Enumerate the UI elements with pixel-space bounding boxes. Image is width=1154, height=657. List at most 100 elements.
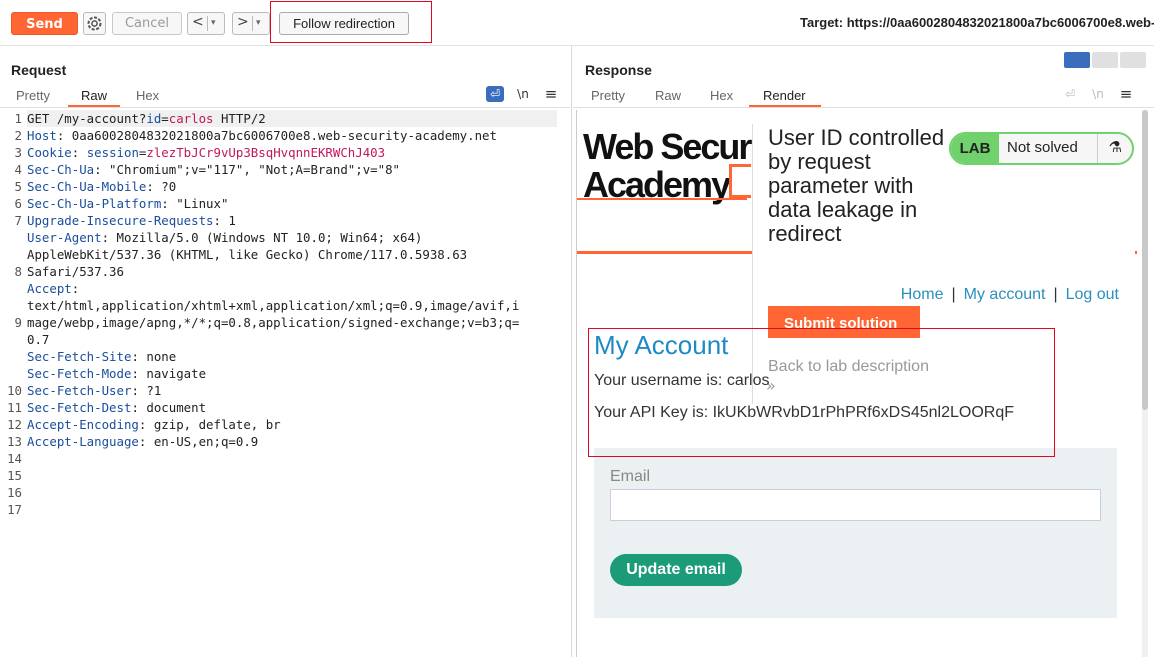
back-button[interactable]: < ▾ xyxy=(187,12,225,35)
line-number: 3 xyxy=(14,145,22,160)
line-number: 16 xyxy=(7,485,22,500)
code-token: Sec-Fetch-Mode xyxy=(27,366,132,381)
code-token: zlezTbJCr9vUp3BsqHvqnnEKRWChJ403 xyxy=(146,145,386,160)
code-token: AppleWebKit/537.36 (KHTML, like Gecko) C… xyxy=(27,247,468,262)
wrap-lines-icon[interactable]: ⏎ xyxy=(1061,86,1079,102)
request-editor[interactable]: GET /my-account?id=carlos HTTP/2 Host: 0a… xyxy=(27,110,557,484)
line-number: 1 xyxy=(14,111,22,126)
highlight-box xyxy=(588,328,1055,457)
forward-button[interactable]: > ▾ xyxy=(232,12,270,35)
request-panel: Request Pretty Raw Hex ⏎ \n ≡ 1234567891… xyxy=(0,46,572,657)
code-line: Cookie: session=zlezTbJCr9vUp3BsqHvqnnEK… xyxy=(27,144,557,161)
tabs-layout-icon[interactable] xyxy=(1120,52,1146,68)
code-token: : xyxy=(71,281,80,296)
code-line: Accept-Encoding: gzip, deflate, br xyxy=(27,416,557,433)
code-token: : 0aa6002804832021800a7bc6006700e8.web-s… xyxy=(56,128,497,143)
cancel-button[interactable]: Cancel xyxy=(112,12,182,35)
site-nav: Home | My account | Log out xyxy=(900,286,1119,303)
email-label: Email xyxy=(610,468,651,485)
tab-hex[interactable]: Hex xyxy=(710,88,733,103)
line-number: 15 xyxy=(7,468,22,483)
line-number xyxy=(0,348,22,365)
code-line: AppleWebKit/537.36 (KHTML, like Gecko) C… xyxy=(27,246,557,263)
code-token: Sec-Fetch-User xyxy=(27,383,132,398)
code-token: : none xyxy=(131,349,177,364)
send-button[interactable]: Send xyxy=(11,12,78,35)
code-token: HTTP/2 xyxy=(213,111,266,126)
chevron-down-icon[interactable]: ▾ xyxy=(211,18,216,28)
code-token: carlos xyxy=(168,111,214,126)
code-token: Cookie xyxy=(27,145,72,160)
code-token: = xyxy=(161,111,169,126)
code-token: id xyxy=(146,111,162,126)
code-token: Accept xyxy=(27,281,72,296)
toolbar: Send Cancel < ▾ > ▾ Follow redirection T… xyxy=(0,0,1154,46)
code-token: Upgrade-Insecure-Requests xyxy=(27,213,214,228)
code-token: : "Linux" xyxy=(161,196,229,211)
code-token: Sec-Ch-Ua-Mobile xyxy=(27,179,147,194)
line-number: 10 xyxy=(7,383,22,398)
tab-pretty[interactable]: Pretty xyxy=(16,88,50,103)
nav-logout-link[interactable]: Log out xyxy=(1066,286,1119,303)
response-title: Response xyxy=(585,62,652,78)
code-token: : document xyxy=(131,400,207,415)
lab-label: LAB xyxy=(951,134,999,163)
logo-underline xyxy=(577,198,747,200)
chevron-left-icon: < xyxy=(192,14,204,30)
tab-hex[interactable]: Hex xyxy=(136,88,159,103)
code-line: Sec-Fetch-Dest: document xyxy=(27,399,557,416)
line-number: 5 xyxy=(14,179,22,194)
code-line: GET /my-account?id=carlos HTTP/2 xyxy=(27,110,557,127)
wrap-lines-icon[interactable]: ⏎ xyxy=(486,86,504,102)
scrollbar-thumb[interactable] xyxy=(1142,110,1148,410)
tab-render[interactable]: Render xyxy=(763,88,806,103)
code-line: Host: 0aa6002804832021800a7bc6006700e8.w… xyxy=(27,127,557,144)
code-line: Sec-Fetch-User: ?1 xyxy=(27,382,557,399)
email-field[interactable] xyxy=(610,489,1101,521)
split-vertical-icon[interactable] xyxy=(1092,52,1118,68)
code-token: 0.7 xyxy=(27,332,50,347)
menu-icon[interactable]: ≡ xyxy=(542,86,560,102)
code-token: session xyxy=(86,145,139,160)
tab-raw[interactable]: Raw xyxy=(81,88,107,103)
chevron-right-icon: > xyxy=(237,14,249,30)
line-number xyxy=(0,331,22,348)
lab-status: Not solved xyxy=(1007,139,1078,156)
code-token: : xyxy=(71,145,87,160)
chevron-down-icon[interactable]: ▾ xyxy=(256,18,261,28)
line-number xyxy=(0,280,22,297)
line-number: 9 xyxy=(14,315,22,330)
split-horizontal-icon[interactable] xyxy=(1064,52,1090,68)
code-line: mage/webp,image/apng,*/*;q=0.8,applicati… xyxy=(27,314,557,331)
code-token: Sec-Fetch-Dest xyxy=(27,400,132,415)
code-token: Host xyxy=(27,128,57,143)
code-line: Sec-Ch-Ua-Mobile: ?0 xyxy=(27,178,557,195)
code-line: User-Agent: Mozilla/5.0 (Windows NT 10.0… xyxy=(27,229,557,246)
code-token: : ?1 xyxy=(131,383,162,398)
settings-button[interactable] xyxy=(83,12,106,35)
tab-raw[interactable]: Raw xyxy=(655,88,681,103)
nav-home-link[interactable]: Home xyxy=(901,286,944,303)
nav-my-account-link[interactable]: My account xyxy=(964,286,1046,303)
scrollbar[interactable] xyxy=(1142,110,1148,657)
code-token: : Mozilla/5.0 (Windows NT 10.0; Win64; x… xyxy=(101,230,423,245)
code-token: : "Chromium";v="117", "Not;A=Brand";v="8… xyxy=(94,162,400,177)
line-number xyxy=(0,246,22,263)
tab-pretty[interactable]: Pretty xyxy=(591,88,625,103)
line-number: 11 xyxy=(7,400,22,415)
newline-toggle-icon[interactable]: \n xyxy=(514,86,532,102)
menu-icon[interactable]: ≡ xyxy=(1117,86,1135,102)
line-number: 4 xyxy=(14,162,22,177)
update-email-button[interactable]: Update email xyxy=(610,554,742,586)
code-line: text/html,application/xhtml+xml,applicat… xyxy=(27,297,557,314)
line-number: 7 xyxy=(14,213,22,228)
code-line: Sec-Ch-Ua: "Chromium";v="117", "Not;A=Br… xyxy=(27,161,557,178)
newline-toggle-icon[interactable]: \n xyxy=(1089,86,1107,102)
target-url: Target: https://0aa6002804832021800a7bc6… xyxy=(800,15,1154,30)
tab-divider xyxy=(0,107,570,108)
code-token: : 1 xyxy=(213,213,236,228)
code-line: Upgrade-Insecure-Requests: 1 xyxy=(27,212,557,229)
code-line: 0.7 xyxy=(27,331,557,348)
